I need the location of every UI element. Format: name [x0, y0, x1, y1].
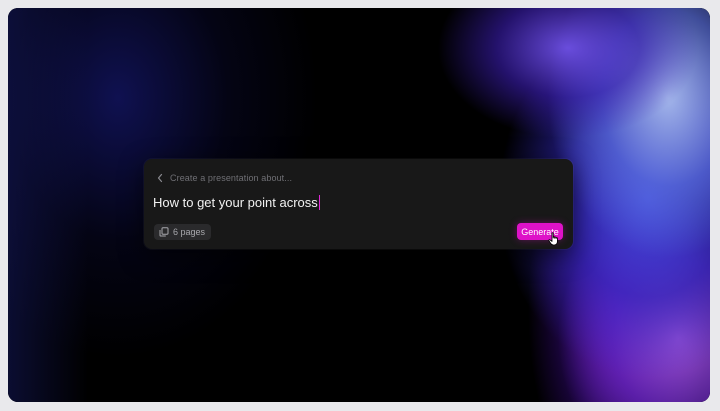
prompt-text[interactable]: How to get your point across — [153, 195, 318, 210]
page-count-label: 6 pages — [173, 227, 206, 237]
page-count-button[interactable]: 6 pages — [154, 224, 212, 240]
app-window: Create a presentation about... How to ge… — [8, 8, 710, 402]
prompt-hint: Create a presentation about... — [170, 173, 293, 183]
copy-pages-icon — [159, 227, 169, 237]
hand-pointer-cursor — [548, 232, 558, 246]
prompt-input[interactable]: How to get your point across — [153, 193, 320, 211]
text-caret — [318, 194, 320, 210]
prompt-card: Create a presentation about... How to ge… — [144, 159, 573, 249]
chevron-left-icon[interactable] — [156, 172, 164, 184]
left-glow — [8, 8, 88, 402]
back-row: Create a presentation about... — [156, 171, 292, 185]
